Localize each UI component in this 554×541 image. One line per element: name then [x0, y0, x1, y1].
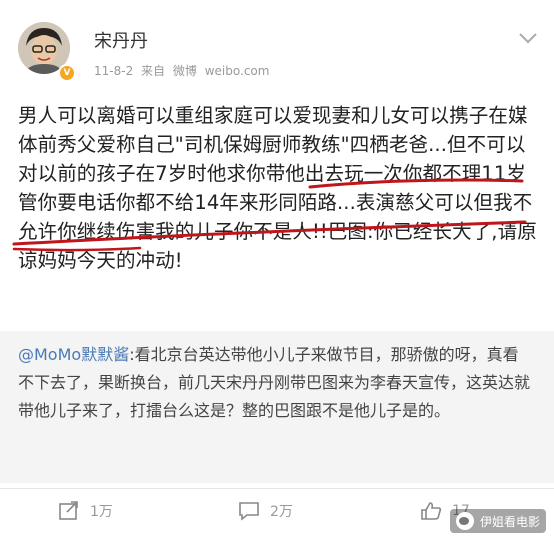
wechat-icon: [455, 512, 474, 530]
repost-content: @MoMo默默酱:看北京台英达带他小儿子来做节目，那骄傲的呀，真看不下去了，果断…: [18, 341, 530, 425]
post-body: 男人可以离婚可以重组家庭可以爱现妻和儿女可以携子在媒体前秀父爱称自己"司机保姆厨…: [18, 104, 537, 272]
chevron-down-icon[interactable]: [516, 30, 540, 46]
repost-mention[interactable]: @MoMo默默酱: [18, 345, 129, 364]
comment-button[interactable]: 2万: [238, 501, 293, 521]
post-date: 11-8-2: [94, 64, 134, 78]
author-name[interactable]: 宋丹丹: [94, 27, 148, 53]
post-meta: 11-8-2 来自 微博 weibo.com: [94, 62, 273, 79]
like-icon: [421, 502, 442, 520]
watermark-label: 伊姐看电影: [479, 514, 540, 529]
source-url[interactable]: weibo.com: [205, 64, 270, 78]
weibo-post-card: V 宋丹丹 11-8-2 来自 微博 weibo.com 男人可以离婚可以重组家…: [0, 0, 554, 541]
source-prefix: 来自: [141, 64, 166, 78]
repost-count: 1万: [90, 504, 113, 520]
comment-icon: [239, 502, 259, 521]
repost-button[interactable]: 1万: [58, 501, 113, 521]
source-name[interactable]: 微博: [173, 64, 197, 78]
repost-icon: [59, 501, 78, 520]
comment-count: 2万: [270, 504, 293, 520]
verified-badge-icon: V: [58, 64, 76, 82]
watermark: 伊姐看电影: [449, 509, 546, 533]
repost-block[interactable]: @MoMo默默酱:看北京台英达带他小儿子来做节目，那骄傲的呀，真看不下去了，果断…: [0, 331, 554, 483]
